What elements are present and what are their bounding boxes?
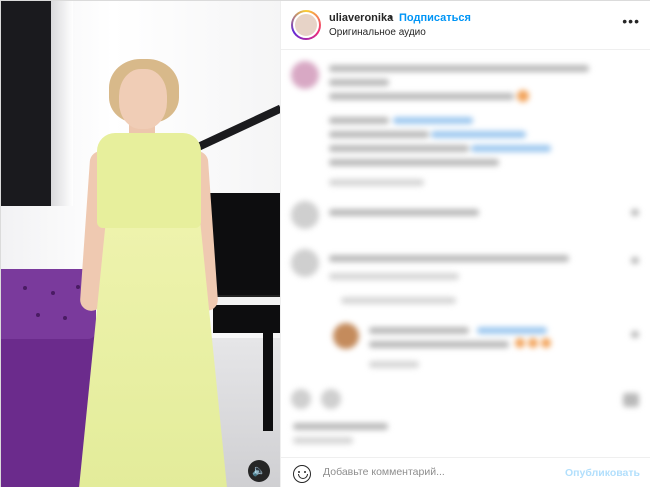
blurred-date: [293, 437, 353, 444]
separator-dot: •: [389, 12, 393, 24]
instagram-post-modal: 🔈 uliaveronika • Подписаться Оригинально…: [0, 0, 650, 487]
follow-button[interactable]: Подписаться: [399, 12, 471, 24]
blurred-heart: [631, 331, 639, 338]
avatar-image: [293, 12, 319, 38]
publish-button[interactable]: Опубликовать: [565, 467, 640, 479]
blurred-line: [329, 159, 499, 166]
blurred-link: [431, 131, 526, 138]
blurred-line: [369, 341, 509, 348]
caption-avatar: [291, 61, 319, 89]
reply-avatar: [333, 323, 359, 349]
blurred-likes: [293, 423, 388, 430]
blurred-meta: [329, 273, 459, 280]
blurred-heart: [631, 257, 639, 264]
video-piano-body: [213, 305, 280, 333]
username-link[interactable]: uliaveronika: [329, 12, 393, 24]
blurred-heart: [631, 209, 639, 216]
comment-input[interactable]: [323, 466, 563, 478]
sofa-button: [76, 285, 80, 289]
sound-toggle-button[interactable]: 🔈: [248, 460, 270, 482]
blurred-link: [471, 145, 551, 152]
sofa-button: [23, 286, 27, 290]
blurred-meta: [369, 361, 419, 368]
blurred-line: [329, 131, 429, 138]
emoji-icon[interactable]: [293, 465, 311, 483]
blurred-comment-icon: [321, 389, 341, 409]
post-video[interactable]: 🔈: [1, 1, 280, 487]
sofa-button: [36, 313, 40, 317]
blurred-emoji: [517, 90, 529, 102]
avatar[interactable]: [291, 10, 321, 40]
video-person-face: [119, 69, 167, 129]
blurred-line: [329, 93, 514, 100]
comments-section-blurred: [281, 51, 650, 456]
video-piano: [206, 193, 280, 303]
post-side-panel: uliaveronika • Подписаться Оригинальное …: [280, 1, 650, 487]
blurred-line: [329, 65, 589, 72]
audio-link[interactable]: Оригинальное аудио: [329, 27, 426, 38]
more-horizontal-icon[interactable]: •••: [622, 13, 640, 29]
blurred-line: [329, 117, 389, 124]
speaker-icon: 🔈: [252, 465, 266, 477]
blurred-line: [369, 327, 469, 334]
sofa-button: [51, 291, 55, 295]
blurred-view-replies: [341, 297, 456, 304]
comment-avatar: [291, 201, 319, 229]
video-piano-keys: [213, 295, 280, 305]
sofa-button: [63, 316, 67, 320]
comment-avatar: [291, 249, 319, 277]
blurred-line: [329, 79, 389, 86]
video-piano-leg: [263, 331, 273, 431]
blurred-link: [477, 327, 547, 334]
blurred-emoji: [528, 338, 538, 348]
blurred-emoji: [541, 338, 551, 348]
blurred-timestamp: [329, 179, 424, 186]
post-header: uliaveronika • Подписаться Оригинальное …: [281, 1, 650, 50]
add-comment-bar: Опубликовать: [281, 457, 650, 487]
blurred-line: [329, 255, 569, 262]
blurred-save-icon: [623, 393, 639, 407]
video-person-dress-top: [97, 133, 201, 228]
blurred-link: [393, 117, 473, 124]
video-window-light: [51, 1, 73, 206]
blurred-line: [329, 145, 469, 152]
blurred-like-icon: [291, 389, 311, 409]
blurred-emoji: [515, 338, 525, 348]
blurred-line: [329, 209, 479, 216]
